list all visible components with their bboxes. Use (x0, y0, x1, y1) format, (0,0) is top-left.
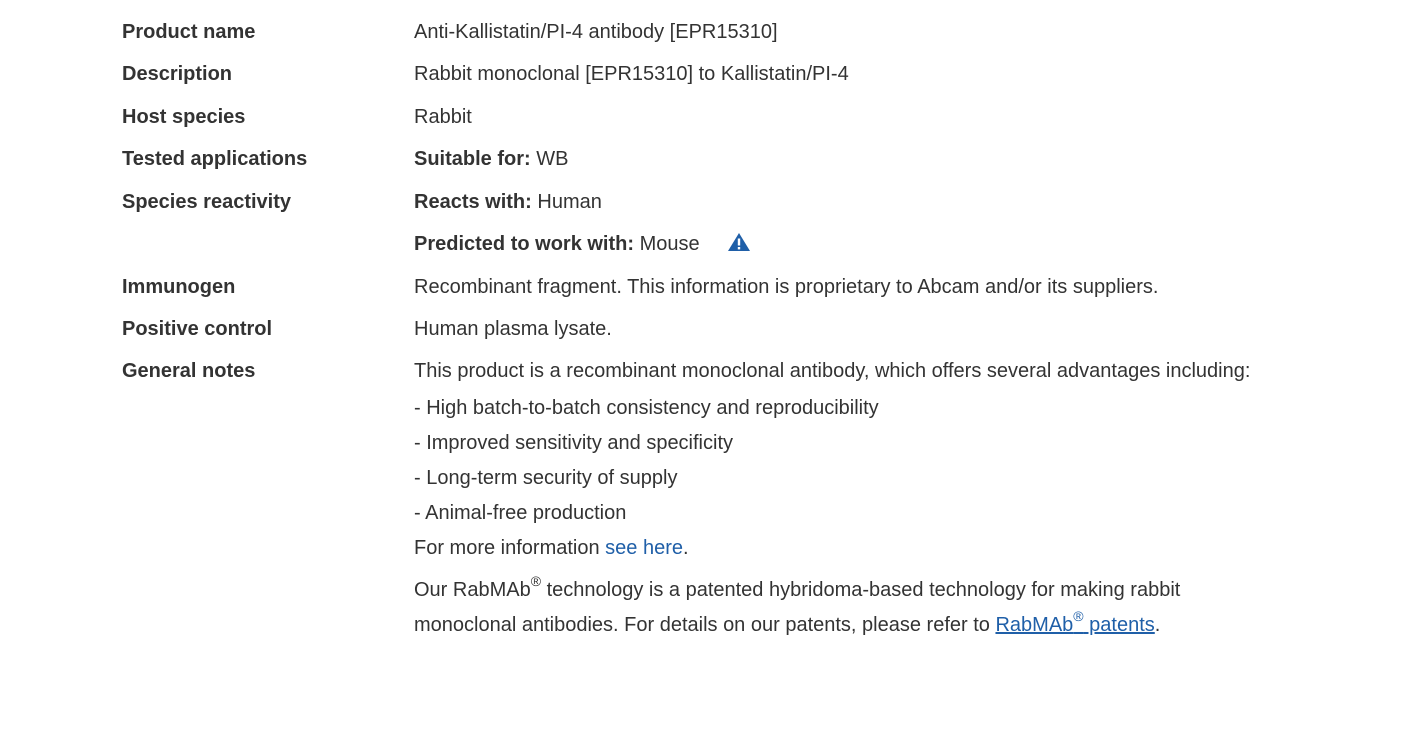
registered-mark: ® (530, 573, 542, 590)
rabmab-patents-link[interactable]: RabMAb® patents (995, 609, 1155, 636)
label-product-name: Product name (122, 21, 256, 43)
advantage-item: - High batch-to-batch consistency and re… (414, 397, 879, 419)
value-product-name: Anti-Kallistatin/PI-4 antibody [EPR15310… (414, 21, 778, 43)
value-host-species: Rabbit (414, 106, 472, 128)
general-notes-intro: This product is a recombinant monoclonal… (414, 360, 1251, 382)
more-info-line: For more information see here. (414, 536, 1409, 560)
rabmab-link-end: patents (1083, 614, 1155, 636)
product-datasheet: Product name Anti-Kallistatin/PI-4 antib… (0, 0, 1413, 733)
predicted-prefix: Predicted to work with: (414, 233, 635, 255)
label-description: Description (122, 63, 233, 85)
label-positive-control: Positive control (122, 318, 273, 340)
advantage-item: - Long-term security of supply (414, 467, 678, 489)
value-positive-control: Human plasma lysate. (414, 318, 612, 340)
label-species-reactivity: Species reactivity (122, 191, 291, 213)
more-info-end: . (683, 537, 689, 559)
rabmab-end: . (1154, 614, 1161, 636)
rabmab-text-1: Our RabMAb (414, 579, 531, 601)
label-host-species: Host species (122, 106, 246, 128)
rabmab-link-text: RabMAb (995, 614, 1074, 636)
rabmab-text-2: technology is a patented hybridoma-based… (541, 579, 1181, 601)
warning-triangle-icon[interactable] (727, 232, 751, 252)
see-here-link[interactable]: see here (605, 537, 683, 559)
advantage-item: - Animal-free production (414, 502, 627, 524)
registered-mark: ® (1073, 608, 1084, 625)
reacts-with-prefix: Reacts with: (414, 191, 532, 213)
more-info-text: For more information (414, 537, 606, 559)
suitable-for-value: WB (536, 148, 569, 170)
rabmab-line-1: Our RabMAb® technology is a patented hyb… (414, 574, 1409, 602)
rabmab-text-3: monoclonal antibodies. For details on ou… (414, 614, 996, 636)
value-reacts-with: Reacts with: Human (414, 190, 1404, 214)
label-immunogen: Immunogen (122, 276, 236, 298)
value-predicted: Predicted to work with: Mouse (414, 232, 1404, 256)
reacts-with-value: Human (537, 191, 602, 213)
suitable-for-prefix: Suitable for: (414, 148, 531, 170)
label-tested-applications: Tested applications (122, 148, 308, 170)
advantage-item: - Improved sensitivity and specificity (414, 432, 734, 454)
value-tested-applications: Suitable for: WB (414, 147, 1404, 171)
predicted-value: Mouse (639, 233, 700, 255)
value-immunogen: Recombinant fragment. This information i… (414, 276, 1159, 298)
value-description: Rabbit monoclonal [EPR15310] to Kallista… (414, 63, 849, 85)
label-general-notes: General notes (122, 360, 256, 382)
rabmab-line-2: monoclonal antibodies. For details on ou… (414, 609, 1409, 637)
